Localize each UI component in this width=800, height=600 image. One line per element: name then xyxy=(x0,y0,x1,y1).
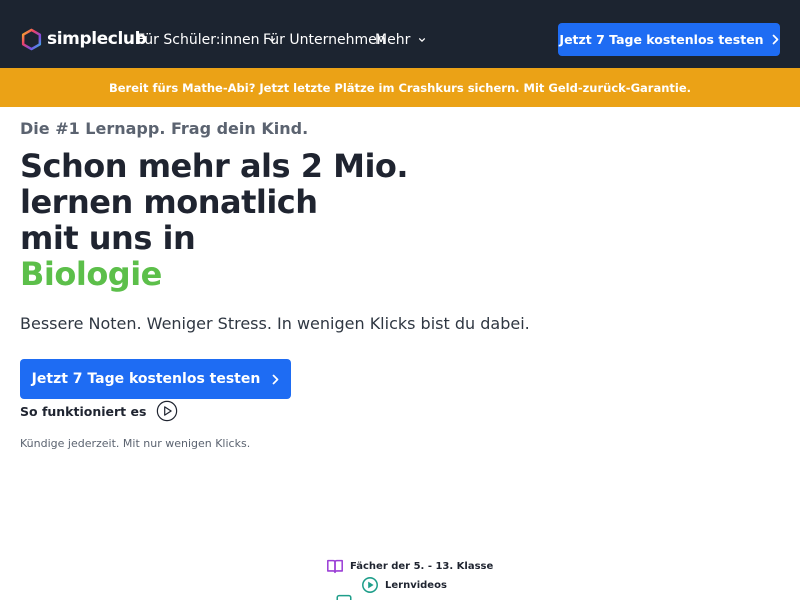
top-navigation-bar: simpleclub Für Schüler:innen Für Unterne… xyxy=(0,0,800,68)
play-circle-icon xyxy=(362,577,378,593)
chevron-down-icon xyxy=(419,38,426,42)
play-button-icon[interactable] xyxy=(156,400,178,422)
hero-subline: Bessere Noten. Weniger Stress. In wenige… xyxy=(20,314,530,333)
book-icon xyxy=(327,559,343,574)
nav-item-business[interactable]: Für Unternehmen xyxy=(263,30,386,50)
feature-label: Lernvideos xyxy=(385,579,447,591)
promo-banner[interactable]: Bereit fürs Mathe-Abi? Jetzt letzte Plät… xyxy=(0,68,800,107)
chevron-right-icon xyxy=(272,374,279,384)
brand-name: simpleclub xyxy=(47,29,147,49)
feature-videos: Lernvideos xyxy=(361,575,447,595)
header-trial-button[interactable]: Jetzt 7 Tage kostenlos testen xyxy=(558,23,780,56)
nav-item-label: Für Unternehmen xyxy=(263,32,386,48)
headline-subject: Biologie xyxy=(20,255,162,293)
nav-item-more[interactable]: Mehr xyxy=(375,30,426,50)
nav-item-label: Für Schüler:innen xyxy=(137,32,260,48)
how-it-works-link[interactable]: So funktioniert es xyxy=(20,400,178,422)
cancel-note: Kündige jederzeit. Mit nur wenigen Klick… xyxy=(20,437,251,450)
feature-subjects: Fächer der 5. - 13. Klasse xyxy=(326,556,493,576)
nav-item-label: Mehr xyxy=(375,32,411,48)
hexagon-logo-icon xyxy=(21,28,42,50)
headline-line: Schon mehr als 2 Mio. xyxy=(20,147,409,185)
headline-line: lernen monatlich xyxy=(20,183,318,221)
hero-headline: Schon mehr als 2 Mio. lernen monatlich m… xyxy=(20,147,409,293)
hero-trial-label: Jetzt 7 Tage kostenlos testen xyxy=(31,371,261,387)
hero-eyebrow: Die #1 Lernapp. Frag dein Kind. xyxy=(20,119,309,138)
feature-chat xyxy=(335,591,359,600)
headline-line: mit uns in xyxy=(20,219,196,257)
feature-label: Fächer der 5. - 13. Klasse xyxy=(350,560,494,572)
header-trial-label: Jetzt 7 Tage kostenlos testen xyxy=(559,32,764,47)
hero-trial-button[interactable]: Jetzt 7 Tage kostenlos testen xyxy=(20,359,291,399)
chevron-right-icon xyxy=(772,34,778,45)
promo-banner-text: Bereit fürs Mathe-Abi? Jetzt letzte Plät… xyxy=(108,80,691,95)
simpleclub-logo[interactable]: simpleclub xyxy=(20,26,147,52)
chat-icon xyxy=(336,594,352,600)
nav-item-students[interactable]: Für Schüler:innen xyxy=(137,30,276,50)
how-it-works-label: So funktioniert es xyxy=(20,403,147,419)
